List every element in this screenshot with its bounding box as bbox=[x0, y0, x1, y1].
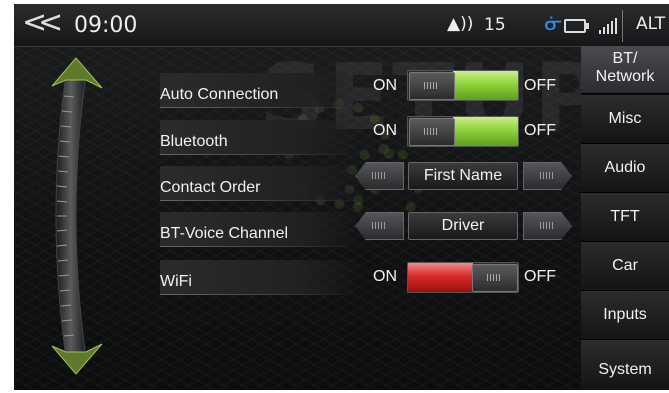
row-underline bbox=[160, 246, 360, 247]
bluetooth-on-label: ON bbox=[373, 122, 397, 139]
menu-item-label: Inputs bbox=[603, 306, 647, 323]
bt-voice-channel-value[interactable]: Driver bbox=[408, 212, 518, 240]
wifi-off-label: OFF bbox=[524, 268, 556, 285]
menu-item-label: Car bbox=[612, 257, 638, 274]
car-setup-screen: << 09:00 ▲)) 15 ᓃ ALT SETUP bbox=[14, 4, 669, 390]
contact-order-value[interactable]: First Name bbox=[408, 162, 518, 190]
menu-item-car[interactable]: Car bbox=[581, 242, 669, 291]
volume-level: 15 bbox=[484, 15, 506, 35]
row-underline bbox=[160, 294, 360, 295]
menu-item-misc[interactable]: Misc bbox=[581, 95, 669, 144]
menu-item-label: TFT bbox=[610, 208, 640, 225]
wifi-on-label: ON bbox=[373, 268, 397, 285]
bluetooth-icon: ᓃ bbox=[545, 11, 563, 35]
menu-item-label: System bbox=[598, 361, 652, 378]
setting-row-wifi: WiFi bbox=[160, 260, 360, 295]
bt-voice-channel-next-button[interactable] bbox=[523, 212, 572, 240]
toggle-on-fill bbox=[453, 71, 518, 100]
wifi-label: WiFi bbox=[160, 273, 192, 290]
contact-order-label: Contact Order bbox=[160, 179, 261, 196]
auto-connection-label: Auto Connection bbox=[160, 86, 279, 103]
toggle-on-fill bbox=[453, 117, 518, 146]
bluetooth-label: Bluetooth bbox=[160, 133, 228, 150]
menu-item-audio[interactable]: Audio bbox=[581, 144, 669, 193]
setting-row-contact-order: Contact Order bbox=[160, 166, 360, 201]
row-underline bbox=[160, 200, 360, 201]
status-divider bbox=[622, 10, 623, 42]
menu-item-system[interactable]: System bbox=[581, 340, 669, 390]
toggle-knob[interactable] bbox=[409, 72, 455, 100]
scroll-arc-slider[interactable] bbox=[32, 56, 112, 376]
toggle-knob[interactable] bbox=[472, 264, 518, 292]
menu-item-label: BT/ bbox=[612, 50, 638, 67]
clock-time: 09:00 bbox=[74, 13, 138, 38]
toggle-knob[interactable] bbox=[409, 118, 455, 146]
menu-item-label: Audio bbox=[604, 159, 646, 176]
bt-voice-channel-label: BT-Voice Channel bbox=[160, 225, 289, 242]
bluetooth-toggle[interactable] bbox=[407, 116, 519, 147]
setting-row-auto-connection: Auto Connection bbox=[160, 73, 360, 108]
wifi-toggle[interactable] bbox=[407, 262, 519, 293]
double-chevron-left-icon[interactable]: << bbox=[22, 6, 63, 40]
toggle-off-fill bbox=[408, 263, 473, 292]
alt-button[interactable]: ALT bbox=[636, 14, 665, 34]
setting-row-bt-voice-channel: BT-Voice Channel bbox=[160, 212, 360, 247]
auto-connection-on-label: ON bbox=[373, 77, 397, 94]
setup-category-menu: BT/ Network Misc Audio TFT Car Inputs Sy… bbox=[581, 46, 669, 390]
battery-icon bbox=[564, 19, 589, 33]
status-bar: << 09:00 ▲)) 15 ᓃ ALT bbox=[14, 4, 669, 47]
menu-item-label: Misc bbox=[608, 110, 642, 127]
menu-item-tft[interactable]: TFT bbox=[581, 193, 669, 242]
auto-connection-toggle[interactable] bbox=[407, 70, 519, 101]
menu-item-bt-network[interactable]: BT/ Network bbox=[581, 46, 669, 94]
auto-connection-off-label: OFF bbox=[524, 77, 556, 94]
menu-item-inputs[interactable]: Inputs bbox=[581, 291, 669, 340]
bluetooth-off-label: OFF bbox=[524, 122, 556, 139]
contact-order-next-button[interactable] bbox=[523, 162, 572, 190]
row-underline bbox=[160, 154, 360, 155]
row-underline bbox=[160, 107, 360, 108]
setting-row-bluetooth: Bluetooth bbox=[160, 120, 360, 155]
menu-item-label: Network bbox=[595, 68, 655, 85]
signal-icon bbox=[599, 17, 623, 34]
speaker-icon: ▲)) bbox=[447, 14, 474, 34]
